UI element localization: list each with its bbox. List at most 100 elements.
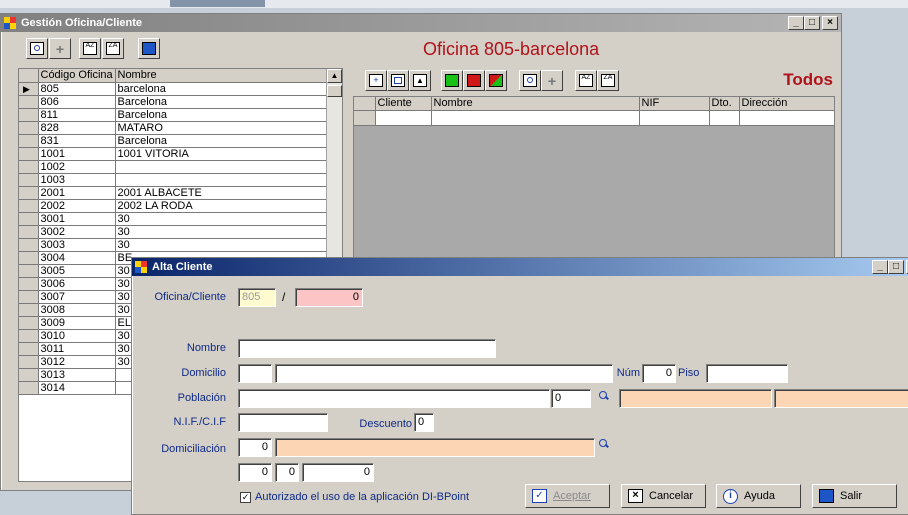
sort-desc-button[interactable]: ZA bbox=[102, 38, 124, 59]
table-row[interactable] bbox=[354, 110, 834, 126]
red-filter-button[interactable] bbox=[463, 70, 485, 91]
row-indicator[interactable] bbox=[19, 134, 39, 148]
scroll-up-icon[interactable]: ▲ bbox=[327, 69, 342, 83]
insert-button[interactable]: + bbox=[365, 70, 387, 91]
cell-codigo[interactable]: 828 bbox=[38, 121, 116, 135]
dialog-minimize-button[interactable]: _ bbox=[872, 260, 888, 274]
cell-codigo[interactable]: 3006 bbox=[38, 277, 116, 291]
cell-codigo[interactable]: 3009 bbox=[38, 316, 116, 330]
col-nif-header[interactable]: NIF bbox=[639, 97, 710, 111]
table-row[interactable]: 1001 1001 VITORIA bbox=[19, 147, 328, 161]
col-nombre-header[interactable]: Nombre bbox=[431, 97, 640, 111]
row-indicator[interactable]: ▶ bbox=[19, 82, 39, 96]
col-cliente-header[interactable]: Cliente bbox=[375, 97, 432, 111]
row-indicator[interactable] bbox=[19, 108, 39, 122]
cell-codigo[interactable]: 3012 bbox=[38, 355, 116, 369]
oficina-field[interactable]: 805 bbox=[238, 288, 276, 307]
cell-codigo[interactable]: 3001 bbox=[38, 212, 116, 226]
table-row[interactable]: 828 MATARO bbox=[19, 121, 328, 135]
nif-field[interactable] bbox=[238, 413, 328, 432]
accept-button[interactable]: ✓ Aceptar bbox=[525, 484, 610, 508]
authorized-checkbox[interactable]: ✓ bbox=[240, 492, 251, 503]
cell-codigo[interactable]: 831 bbox=[38, 134, 116, 148]
cell-nombre[interactable]: 2002 LA RODA bbox=[115, 199, 328, 213]
poblacion-code-field[interactable]: 0 bbox=[551, 389, 591, 408]
table-row[interactable]: 1002 bbox=[19, 160, 328, 174]
cell-codigo[interactable]: 3014 bbox=[38, 381, 116, 395]
client-sort-desc-button[interactable]: ZA bbox=[597, 70, 619, 91]
row-indicator[interactable] bbox=[19, 290, 39, 304]
cell-codigo[interactable]: 1003 bbox=[38, 173, 116, 187]
cliente-field[interactable]: 0 bbox=[295, 288, 363, 307]
row-indicator[interactable] bbox=[19, 238, 39, 252]
bank-account-field[interactable]: 0 bbox=[302, 463, 374, 482]
cell-codigo[interactable]: 3005 bbox=[38, 264, 116, 278]
cell-codigo[interactable]: 3013 bbox=[38, 368, 116, 382]
cell-codigo[interactable]: 1002 bbox=[38, 160, 116, 174]
cell-codigo[interactable]: 806 bbox=[38, 95, 116, 109]
row-indicator[interactable] bbox=[19, 160, 39, 174]
table-row[interactable]: 3001 30 bbox=[19, 212, 328, 226]
cell-nombre[interactable]: Barcelona bbox=[115, 134, 328, 148]
row-indicator[interactable] bbox=[19, 355, 39, 369]
table-row[interactable]: 1003 bbox=[19, 173, 328, 187]
col-nombre-header[interactable]: Nombre bbox=[115, 69, 328, 83]
bank-office-field[interactable]: 0 bbox=[275, 463, 299, 482]
row-indicator[interactable] bbox=[19, 186, 39, 200]
cell-codigo[interactable]: 3010 bbox=[38, 329, 116, 343]
client-add-filter-button[interactable]: + bbox=[541, 70, 563, 91]
cell-codigo[interactable]: 3004 bbox=[38, 251, 116, 265]
cell-nombre[interactable]: 1001 VITORIA bbox=[115, 147, 328, 161]
green-filter-button[interactable] bbox=[441, 70, 463, 91]
bank-entity-field[interactable]: 0 bbox=[238, 463, 272, 482]
cell-nombre[interactable]: Barcelona bbox=[115, 95, 328, 109]
table-row[interactable]: 2001 2001 ALBACETE bbox=[19, 186, 328, 200]
col-direccion-header[interactable]: Dirección bbox=[739, 97, 834, 111]
client-search-button[interactable] bbox=[519, 70, 541, 91]
cell-nombre[interactable]: 30 bbox=[115, 225, 328, 239]
cell-codigo[interactable]: 3007 bbox=[38, 290, 116, 304]
table-row[interactable]: 3002 30 bbox=[19, 225, 328, 239]
add-filter-button[interactable]: + bbox=[49, 38, 71, 59]
num-field[interactable]: 0 bbox=[642, 364, 676, 383]
row-indicator[interactable] bbox=[19, 342, 39, 356]
row-indicator[interactable] bbox=[19, 316, 39, 330]
cell-nombre[interactable]: 2001 ALBACETE bbox=[115, 186, 328, 200]
domiciliacion-search-icon[interactable] bbox=[599, 439, 609, 449]
col-codigo-header[interactable]: Código Oficina bbox=[38, 69, 116, 83]
cell-nombre[interactable] bbox=[115, 173, 328, 187]
row-indicator[interactable] bbox=[19, 264, 39, 278]
row-indicator[interactable] bbox=[19, 368, 39, 382]
row-indicator[interactable] bbox=[19, 381, 39, 395]
cell-codigo[interactable]: 3008 bbox=[38, 303, 116, 317]
cell-nombre[interactable] bbox=[115, 160, 328, 174]
cell-codigo[interactable]: 805 bbox=[38, 82, 116, 96]
domicilio-type-field[interactable] bbox=[238, 364, 272, 383]
row-indicator[interactable] bbox=[19, 199, 39, 213]
cell-codigo[interactable]: 811 bbox=[38, 108, 116, 122]
table-row[interactable]: 2002 2002 LA RODA bbox=[19, 199, 328, 213]
row-indicator[interactable] bbox=[19, 147, 39, 161]
row-indicator[interactable] bbox=[19, 95, 39, 109]
cell-codigo[interactable]: 3002 bbox=[38, 225, 116, 239]
dialog-maximize-button[interactable]: □ bbox=[888, 260, 904, 274]
delete-button[interactable]: ▲ bbox=[409, 70, 431, 91]
piso-field[interactable] bbox=[706, 364, 788, 383]
descuento-field[interactable]: 0 bbox=[414, 413, 434, 432]
help-button[interactable]: i Ayuda bbox=[716, 484, 801, 508]
row-indicator[interactable] bbox=[19, 251, 39, 265]
exit-button[interactable] bbox=[138, 38, 160, 59]
cell-nombre[interactable]: 30 bbox=[115, 238, 328, 252]
maximize-button[interactable]: □ bbox=[804, 16, 820, 30]
nombre-field[interactable] bbox=[238, 339, 496, 358]
table-row[interactable]: 3003 30 bbox=[19, 238, 328, 252]
domicilio-field[interactable] bbox=[275, 364, 613, 383]
row-indicator[interactable] bbox=[19, 225, 39, 239]
edit-button[interactable] bbox=[387, 70, 409, 91]
all-filter-button[interactable] bbox=[485, 70, 507, 91]
row-indicator[interactable] bbox=[19, 173, 39, 187]
col-dto-header[interactable]: Dto. bbox=[709, 97, 740, 111]
poblacion-field[interactable] bbox=[238, 389, 550, 408]
search-button[interactable] bbox=[26, 38, 48, 59]
row-indicator[interactable] bbox=[19, 277, 39, 291]
